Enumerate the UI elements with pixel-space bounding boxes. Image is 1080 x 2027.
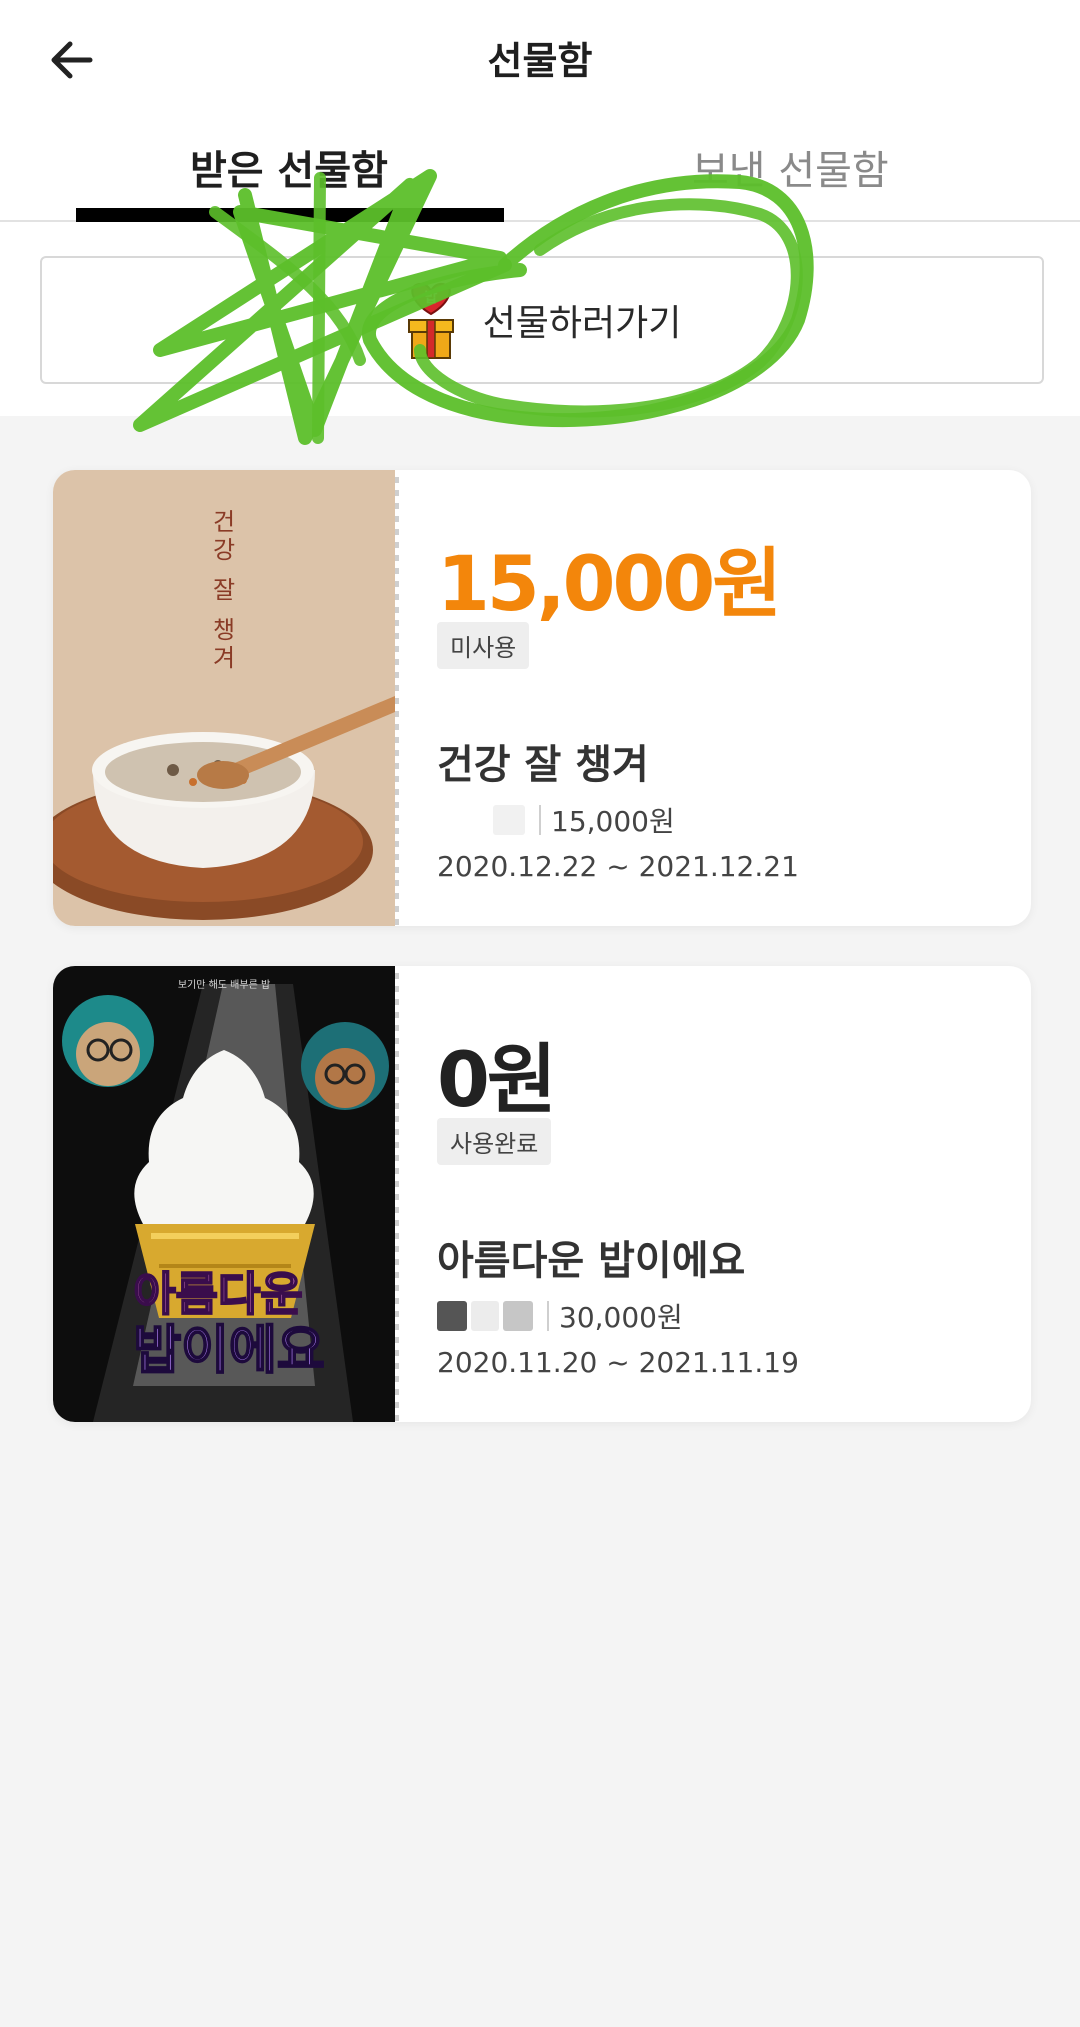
- ticket-perforation: [395, 470, 399, 926]
- sender-price-row: 15,000원: [437, 800, 675, 840]
- gift-info: 0원 사용완료 아름다운 밥이에요 30,000원 2020.11.20 ~ 2…: [437, 966, 1011, 1422]
- gift-info: 15,000원 미사용 건강 잘 챙겨 15,000원 2020.12.22 ~…: [437, 470, 1011, 926]
- gift-price: 30,000원: [559, 1301, 683, 1334]
- tab-received-gifts[interactable]: 받은 선물함: [190, 138, 388, 196]
- status-badge: 미사용: [437, 622, 530, 669]
- thumb-text-char: 건: [213, 508, 235, 536]
- gift-amount: 0원: [437, 1035, 557, 1124]
- app-header: 선물함: [0, 0, 1080, 116]
- thumb-caption: 보기만 해도 배부른 밥: [178, 978, 270, 991]
- gift-thumbnail-rice: 보기만 해도 배부른 밥 아름다운 밥이에요: [53, 966, 395, 1422]
- tab-bar: 받은 선물함 보낸 선물함: [0, 116, 1080, 222]
- thumb-title-line1: 아름다운: [133, 1267, 302, 1321]
- gift-icon-text: 밥: [424, 289, 437, 306]
- thumb-text-char: 챙: [213, 616, 235, 644]
- valid-period: 2020.12.22 ~ 2021.12.21: [437, 850, 799, 883]
- thumb-text-char: 잘: [213, 576, 235, 604]
- product-name: 아름다운 밥이에요: [437, 1238, 746, 1284]
- thumb-text-char: 강: [213, 536, 235, 564]
- page-title: 선물함: [487, 39, 593, 83]
- status-badge: 사용완료: [437, 1118, 552, 1165]
- gift-card[interactable]: 보기만 해도 배부른 밥 아름다운 밥이에요 0원 사용완료 아름다운 밥이에요…: [53, 966, 1031, 1422]
- tab-sent-gifts[interactable]: 보낸 선물함: [692, 138, 889, 196]
- go-gift-label: 선물하러가기: [482, 303, 682, 344]
- active-tab-indicator: [76, 208, 504, 222]
- sender-name-redacted: [437, 1301, 533, 1331]
- ticket-perforation: [395, 966, 399, 1422]
- product-name: 건강 잘 챙겨: [437, 742, 649, 788]
- sender-name-redacted: [437, 805, 525, 835]
- price-separator: [547, 1301, 549, 1331]
- price-separator: [539, 805, 541, 835]
- thumb-text-char: 겨: [213, 644, 235, 672]
- gift-box-icon: 밥: [407, 282, 454, 359]
- gift-amount: 15,000원: [437, 539, 782, 628]
- sender-price-row: 30,000원: [437, 1296, 683, 1336]
- gift-price: 15,000원: [551, 805, 675, 838]
- valid-period: 2020.11.20 ~ 2021.11.19: [437, 1346, 799, 1379]
- thumb-title-line2: 밥이에요: [133, 1321, 324, 1381]
- gift-thumbnail-porridge: 건 강 잘 챙 겨: [53, 470, 395, 926]
- go-gift-button[interactable]: 밥 선물하러가기: [40, 256, 1044, 384]
- gift-card[interactable]: 건 강 잘 챙 겨 15,000원 미사용 건강 잘 챙겨 15,000원 20…: [53, 470, 1031, 926]
